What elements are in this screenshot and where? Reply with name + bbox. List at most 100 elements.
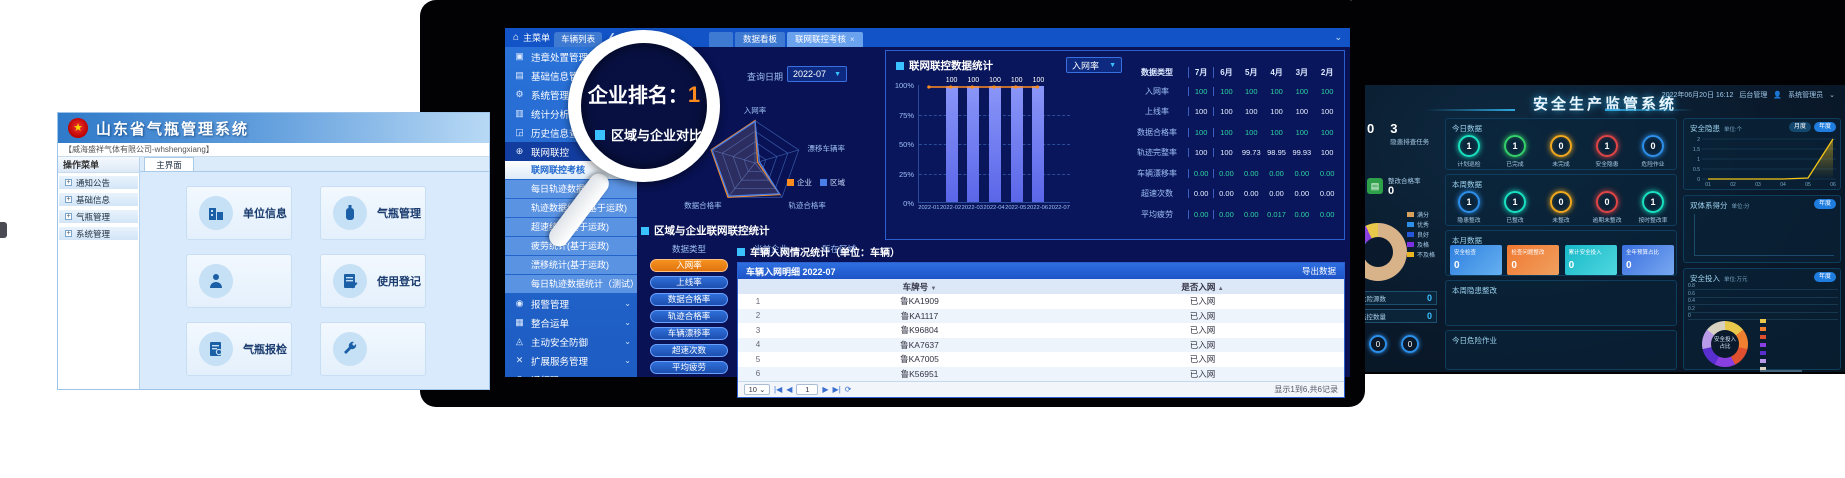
sidebar-subitem-每日轨迹数据统计（测试）[interactable]: 每日轨迹数据统计（测试） xyxy=(505,275,637,293)
sidebar-item-主动安全防御[interactable]: ◬主动安全防御⌄ xyxy=(505,332,637,351)
col-status[interactable]: 是否入网 ▲ xyxy=(1061,281,1344,293)
sidebar-item-label: 气瓶管理 xyxy=(76,211,110,223)
month-row-平均疲劳: 平均疲劳0.000.000.000.0170.000.00 xyxy=(1126,204,1340,225)
close-tab-icon[interactable]: × xyxy=(850,35,855,44)
metric-pill-入网率[interactable]: 入网率 xyxy=(650,259,728,272)
table-row-鲁K56951[interactable]: 6鲁K56951已入网 xyxy=(738,367,1344,382)
gauge-row: 1计划巡检1已完成0未完成1安全隐患0危险作业 xyxy=(1446,135,1676,168)
mini-gauge: 0 xyxy=(1369,335,1387,353)
row-number: 2 xyxy=(738,311,778,320)
cell-value: 100 xyxy=(1188,107,1213,116)
metric-pill-超速次数[interactable]: 超速次数 xyxy=(650,344,728,357)
sidebar-item-基础信息[interactable]: +基础信息 xyxy=(58,192,139,207)
vehicle-section-title: 车辆入网情况统计（单位：车辆） xyxy=(750,244,900,259)
first-page-icon[interactable]: |◀ xyxy=(774,385,782,394)
table-row-鲁KA7637[interactable]: 4鲁KA7637已入网 xyxy=(738,338,1344,353)
metric-pill-平均疲劳[interactable]: 平均疲劳 xyxy=(650,361,728,374)
legend-swatch xyxy=(787,179,794,186)
tab-联网联控考核[interactable]: 联网联控考核× xyxy=(787,32,863,47)
left-edge-collapse-handle[interactable] xyxy=(0,222,7,238)
page-input[interactable]: 1 xyxy=(796,384,818,395)
refresh-icon[interactable]: ⟳ xyxy=(845,385,852,394)
tile-单位信息[interactable]: 单位信息 xyxy=(186,186,292,240)
metric-pill-数据合格率[interactable]: 数据合格率 xyxy=(650,293,728,306)
export-data-button[interactable]: 导出数据 xyxy=(1302,265,1336,277)
period-pill-年度[interactable]: 年度 xyxy=(1814,122,1836,132)
unit-label: 单位:个 xyxy=(1724,127,1742,133)
table-row-鲁KA7005[interactable]: 5鲁KA7005已入网 xyxy=(738,352,1344,367)
pill-group: 月度年度 xyxy=(1789,122,1836,132)
stat-card-累计安全投入: 累计安全投入0 xyxy=(1565,245,1617,275)
cell-value: 100 xyxy=(1264,128,1289,137)
tile-wrench-icon[interactable] xyxy=(320,322,426,376)
table-row-鲁K96804[interactable]: 3鲁K96804已入网 xyxy=(738,323,1344,338)
gauge-label: 未完成 xyxy=(1552,159,1569,168)
metric-dropdown[interactable]: 入网率▼ xyxy=(1066,57,1122,73)
bar-chart-trend-line xyxy=(918,85,1070,203)
metric-pill-上线率[interactable]: 上线率 xyxy=(650,276,728,289)
next-page-icon[interactable]: ▶ xyxy=(822,385,828,394)
period-pill-年度[interactable]: 年度 xyxy=(1814,199,1836,209)
rate-label: 整改合格率 xyxy=(1388,175,1421,185)
tile-使用登记[interactable]: 使用登记 xyxy=(320,254,426,308)
legend-text-placeholder xyxy=(1760,370,1802,372)
role-label[interactable]: 系统管理员 xyxy=(1788,90,1823,100)
sort-icon: ▼ xyxy=(930,286,936,292)
unit-label: 单位:分 xyxy=(1732,204,1750,210)
period-pill-年度[interactable]: 年度 xyxy=(1814,272,1836,282)
page-size-select[interactable]: 10 ⌄ xyxy=(744,384,770,395)
left-app-header: ★ 山东省气瓶管理系统 xyxy=(58,113,489,143)
tab-hidden[interactable] xyxy=(709,32,733,47)
sidebar-subitem-疲劳统计(基于运政)[interactable]: 疲劳统计(基于运政) xyxy=(505,237,637,255)
col-plate[interactable]: 车牌号 ▼ xyxy=(778,281,1061,293)
sidebar-item-报警管理[interactable]: ◉报警管理⌄ xyxy=(505,294,637,313)
metric-pill-车辆漂移率[interactable]: 车辆漂移率 xyxy=(650,327,728,340)
invest-axis: 0.80.60.40.20 xyxy=(1688,283,1838,317)
month-row-车辆漂移率: 车辆漂移率0.000.000.000.000.000.00 xyxy=(1126,163,1340,184)
cell-value: 100 xyxy=(1213,87,1238,96)
table-row-鲁KA1117[interactable]: 2鲁KA1117已入网 xyxy=(738,309,1344,324)
tile-气瓶报检[interactable]: 气瓶报检 xyxy=(186,322,292,376)
bar-value-label: 100 xyxy=(1033,77,1045,84)
section-bullet-icon xyxy=(641,227,649,235)
tab-main-screen[interactable]: 主界面 xyxy=(144,157,194,171)
sidebar-item-扩展服务管理[interactable]: ✕扩展服务管理⌄ xyxy=(505,351,637,370)
pagination-summary: 显示1到6,共6记录 xyxy=(1274,384,1338,395)
last-page-icon[interactable]: ▶| xyxy=(833,385,841,394)
stat-block: 3隐患排查任务 xyxy=(1390,121,1429,146)
period-pill-月度[interactable]: 月度 xyxy=(1789,122,1811,132)
tabbar-overflow-icon[interactable]: ⌄ xyxy=(1334,32,1342,43)
table-row-鲁KA1909[interactable]: 1鲁KA1909已入网 xyxy=(738,294,1344,309)
query-date-dropdown[interactable]: 2022-07▼ xyxy=(787,66,847,82)
register-form-icon xyxy=(333,264,367,298)
month-row-上线率: 上线率100100100100100100 xyxy=(1126,102,1340,123)
legend-item xyxy=(1760,365,1766,372)
sidebar-item-系统管理[interactable]: +系统管理 xyxy=(58,226,139,241)
legend-label: 区域 xyxy=(830,177,845,188)
sidebar-item-通行码[interactable]: ▯通行码⌄ xyxy=(505,370,637,377)
legend-swatch xyxy=(820,179,827,186)
admin-console-link[interactable]: 后台管理 xyxy=(1739,90,1767,100)
week-rectify-panel: 本周隐患整改 xyxy=(1445,280,1677,326)
svg-text:0: 0 xyxy=(1697,177,1700,183)
sidebar-item-整合运单[interactable]: ▦整合运单⌄ xyxy=(505,313,637,332)
sidebar-subitem-漂移统计(基于运政)[interactable]: 漂移统计(基于运政) xyxy=(505,256,637,274)
main-menu-label: 主菜单 xyxy=(523,31,550,44)
section-bullet-icon xyxy=(896,62,904,70)
tile-气瓶管理[interactable]: 气瓶管理 xyxy=(320,186,426,240)
user-icon: 👤 xyxy=(1773,91,1782,99)
sidebar-subitem-每日轨迹数据统计[interactable]: 每日轨迹数据统计 xyxy=(505,180,637,198)
home-icon[interactable]: ⌂ xyxy=(513,32,519,43)
sidebar-item-label: 系统管理 xyxy=(76,228,110,240)
section-header: 本周数据 xyxy=(1452,179,1482,190)
prev-page-icon[interactable]: ◀ xyxy=(786,385,792,394)
metric-pill-轨迹合格率[interactable]: 轨迹合格率 xyxy=(650,310,728,323)
bar-chart-yaxis: 100%75%50%25%0% xyxy=(888,81,914,229)
sidebar-item-通知公告[interactable]: +通知公告 xyxy=(58,175,139,190)
svg-text:2: 2 xyxy=(1697,137,1700,143)
chevron-down-icon[interactable]: ⌄ xyxy=(1829,91,1835,99)
tab-vehicle-list[interactable]: 车辆列表 xyxy=(554,32,602,47)
tab-数据看板[interactable]: 数据看板 xyxy=(735,32,785,47)
sidebar-item-气瓶管理[interactable]: +气瓶管理 xyxy=(58,209,139,224)
tile-person-icon[interactable] xyxy=(186,254,292,308)
